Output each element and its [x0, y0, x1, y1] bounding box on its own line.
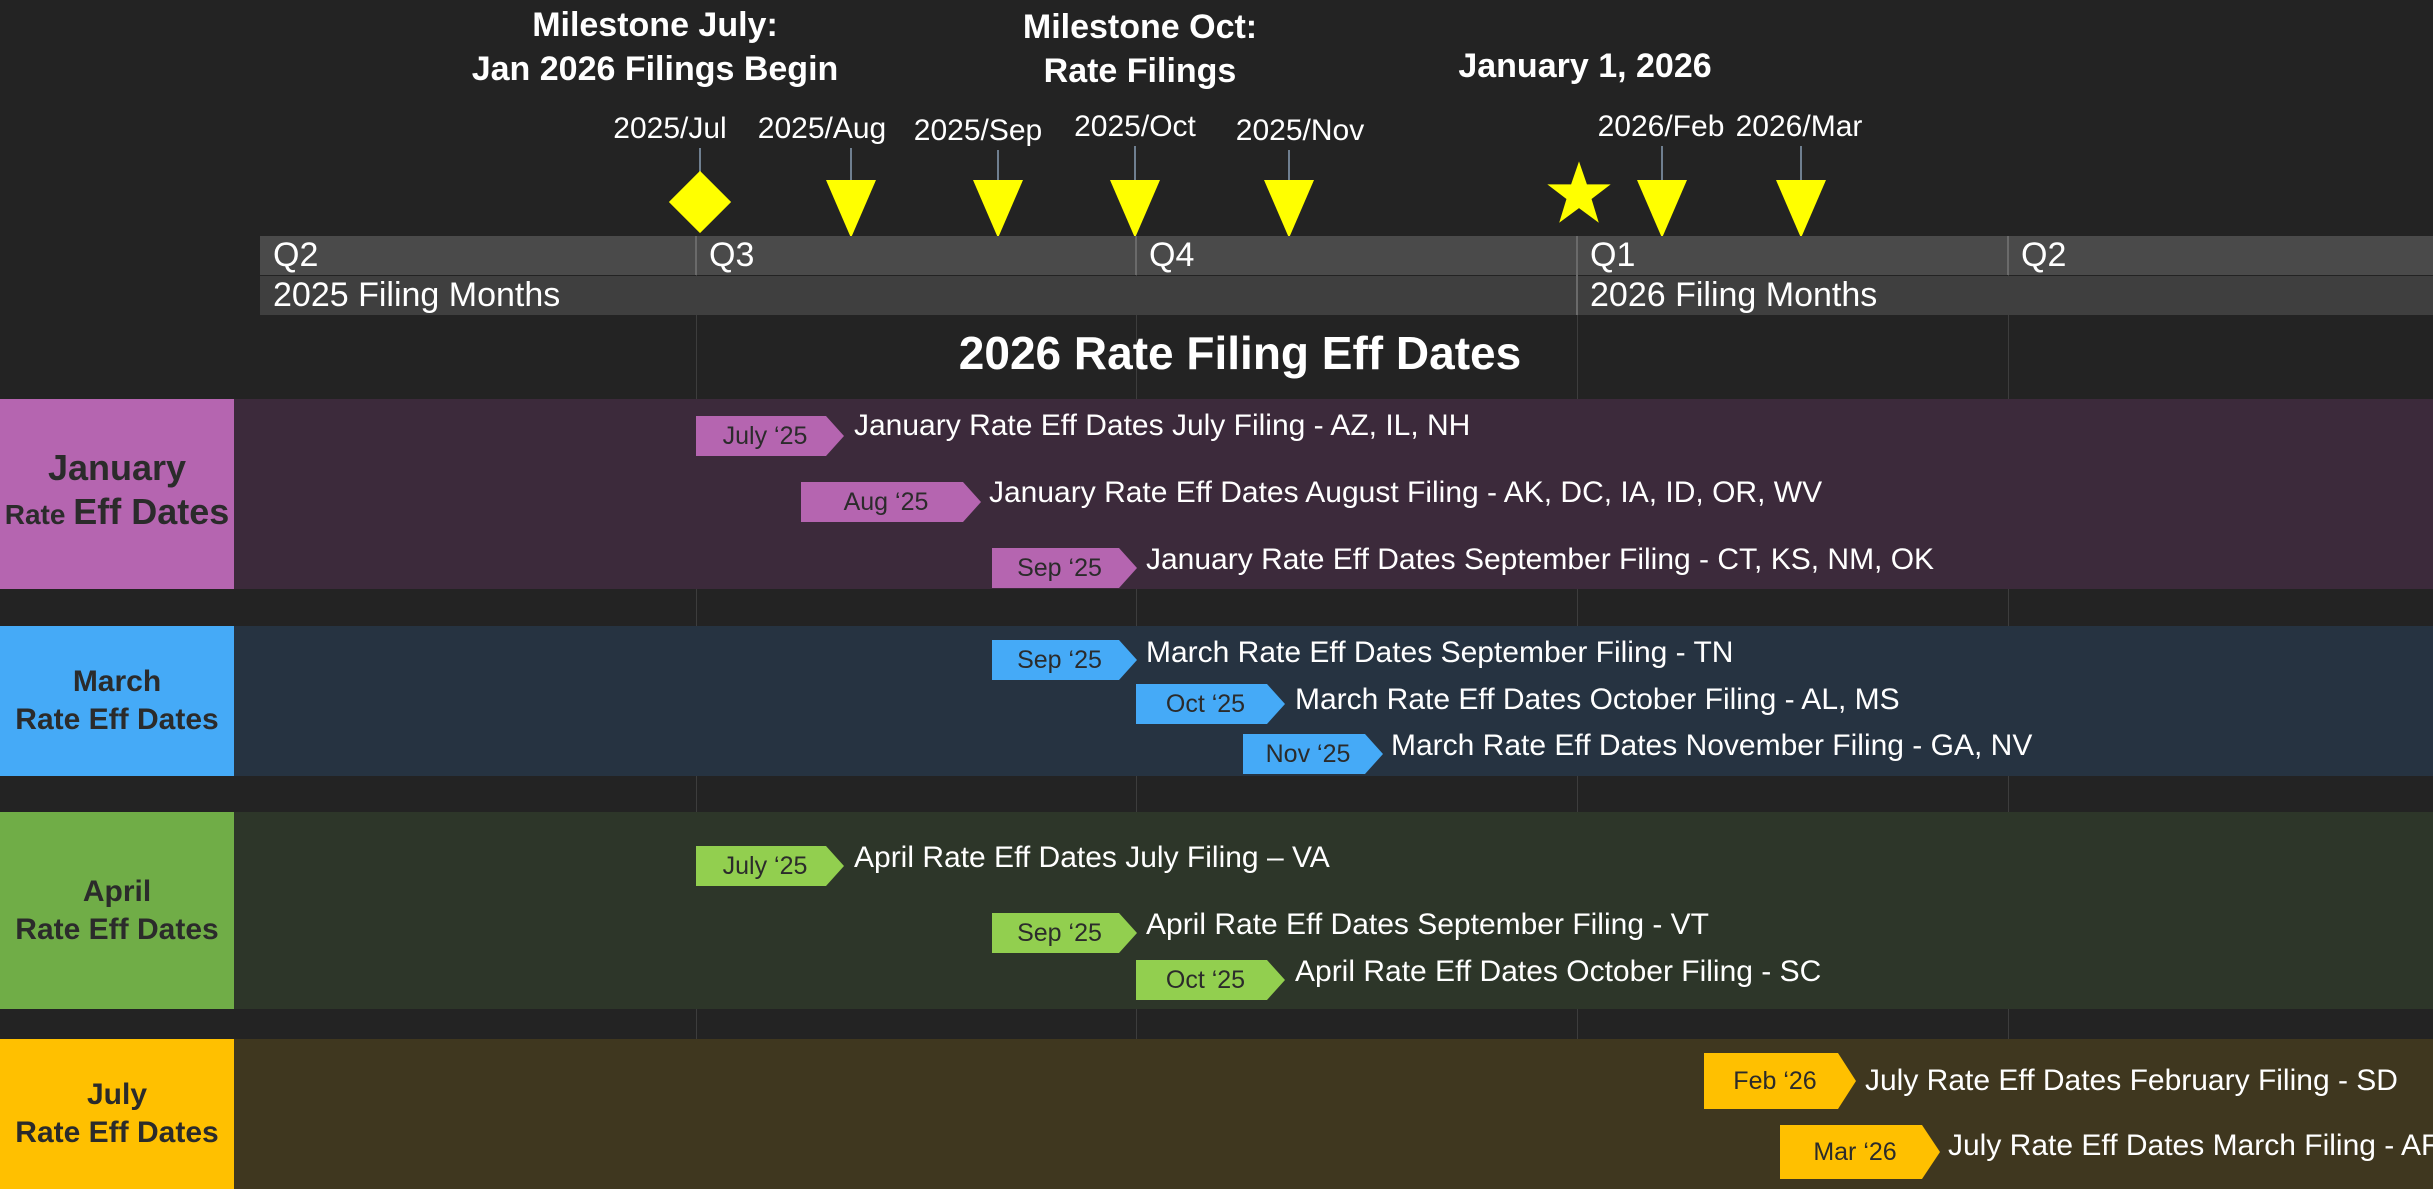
month-marker-feb-icon — [1637, 180, 1687, 238]
april-row-tag: July ‘25 — [696, 846, 844, 886]
january-row-text: January Rate Eff Dates August Filing - A… — [989, 476, 1823, 509]
march-row-text: March Rate Eff Dates October Filing - AL… — [1295, 683, 1900, 716]
band-march-title: March — [72, 665, 162, 698]
month-label-2025-oct: 2025/Oct — [1074, 110, 1196, 143]
band-april-header: April Rate Eff Dates — [0, 812, 234, 1009]
month-label-2025-nov: 2025/Nov — [1235, 114, 1365, 147]
stem-2026-feb — [1661, 146, 1663, 180]
july-row-tag: Feb ‘26 — [1704, 1053, 1856, 1109]
band-july-title: July — [86, 1078, 148, 1111]
april-row-tag: Oct ‘25 — [1136, 960, 1285, 1000]
band-march-subtitle: Rate Eff Dates — [15, 703, 219, 736]
filing-year-2025-label: 2025 Filing Months — [273, 276, 561, 314]
quarter-label-q3-2025: Q3 — [709, 236, 755, 274]
milestone-oct-title: Milestone Oct: Rate Filings — [980, 5, 1300, 93]
january-1-star-icon — [1547, 161, 1611, 223]
july-row-text: July Rate Eff Dates March Filing - AR — [1948, 1129, 2433, 1162]
month-label-2025-aug: 2025/Aug — [757, 112, 887, 145]
milestone-july-line1: Milestone July: — [532, 6, 778, 44]
stem-2025-nov — [1288, 150, 1290, 180]
band-january-title: January — [47, 447, 187, 488]
month-marker-nov-icon — [1264, 180, 1314, 238]
july-row-text: July Rate Eff Dates February Filing - SD — [1865, 1064, 2398, 1097]
month-marker-sep-icon — [973, 180, 1023, 238]
chart-title: 2026 Rate Filing Eff Dates — [958, 327, 1522, 379]
year-scale-bar — [260, 276, 2433, 315]
band-july-subtitle: Rate Eff Dates — [15, 1116, 219, 1149]
filing-year-2026-label: 2026 Filing Months — [1590, 276, 1878, 314]
quarter-separator — [1135, 236, 1137, 275]
quarter-label-q2-2025: Q2 — [273, 236, 319, 274]
january-row-tag: Sep ‘25 — [992, 548, 1137, 588]
month-marker-aug-icon — [826, 180, 876, 238]
july-row-tag: Mar ‘26 — [1780, 1125, 1940, 1179]
april-row-tag: Sep ‘25 — [992, 913, 1137, 953]
quarter-label-q4-2025: Q4 — [1149, 236, 1195, 274]
march-row-text: March Rate Eff Dates September Filing - … — [1146, 636, 1734, 669]
month-label-2026-feb: 2026/Feb — [1597, 110, 1725, 143]
band-april-subtitle: Rate Eff Dates — [15, 912, 219, 946]
milestone-jan-title: January 1, 2026 — [1458, 47, 1712, 85]
stem-2025-sep — [997, 150, 999, 180]
quarter-separator — [1576, 236, 1578, 315]
band-march-header: March Rate Eff Dates — [0, 626, 234, 776]
march-row-tag: Oct ‘25 — [1136, 684, 1285, 724]
band-january-subtitle-b: Eff Dates — [73, 491, 230, 532]
january-row-text: January Rate Eff Dates September Filing … — [1146, 543, 1935, 576]
month-label-2025-sep: 2025/Sep — [913, 114, 1043, 147]
stem-2025-aug — [850, 148, 852, 180]
month-marker-oct-icon — [1110, 180, 1160, 238]
band-july-header: July Rate Eff Dates — [0, 1039, 234, 1189]
quarter-separator — [695, 236, 697, 275]
milestone-oct-line2: Rate Filings — [1043, 52, 1237, 90]
band-january-header: January Rate Eff Dates — [0, 399, 234, 589]
stem-2025-oct — [1134, 146, 1136, 180]
milestone-july-line2: Jan 2026 Filings Begin — [471, 50, 839, 88]
month-label-2025-jul: 2025/Jul — [613, 112, 727, 145]
quarter-label-q2-2026: Q2 — [2021, 236, 2067, 274]
april-row-text: April Rate Eff Dates October Filing - SC — [1295, 955, 1822, 988]
quarter-separator — [2007, 236, 2009, 275]
milestone-july-title: Milestone July: Jan 2026 Filings Begin — [460, 3, 850, 91]
january-row-tag: Aug ‘25 — [801, 482, 981, 522]
milestone-july-diamond-icon — [668, 170, 732, 234]
band-january-subtitle: Rate Eff Dates — [5, 490, 230, 542]
month-label-2026-mar: 2026/Mar — [1735, 110, 1863, 143]
march-row-tag: Nov ‘25 — [1243, 734, 1383, 774]
march-row-tag: Sep ‘25 — [992, 640, 1137, 680]
january-row-text: January Rate Eff Dates July Filing - AZ,… — [854, 409, 1471, 442]
stem-2026-mar — [1800, 146, 1802, 180]
april-row-text: April Rate Eff Dates July Filing – VA — [854, 841, 1330, 874]
band-january-subtitle-a: Rate — [4, 499, 74, 530]
band-july — [0, 1039, 2433, 1189]
january-row-tag: July ‘25 — [696, 416, 844, 456]
quarter-scale-bar — [260, 236, 2433, 275]
band-april-title: April — [82, 874, 152, 908]
month-marker-mar-icon — [1776, 180, 1826, 238]
milestone-oct-line1: Milestone Oct: — [1022, 8, 1258, 46]
quarter-label-q1-2026: Q1 — [1590, 236, 1636, 274]
april-row-text: April Rate Eff Dates September Filing - … — [1146, 908, 1709, 941]
march-row-text: March Rate Eff Dates November Filing - G… — [1391, 729, 2033, 762]
